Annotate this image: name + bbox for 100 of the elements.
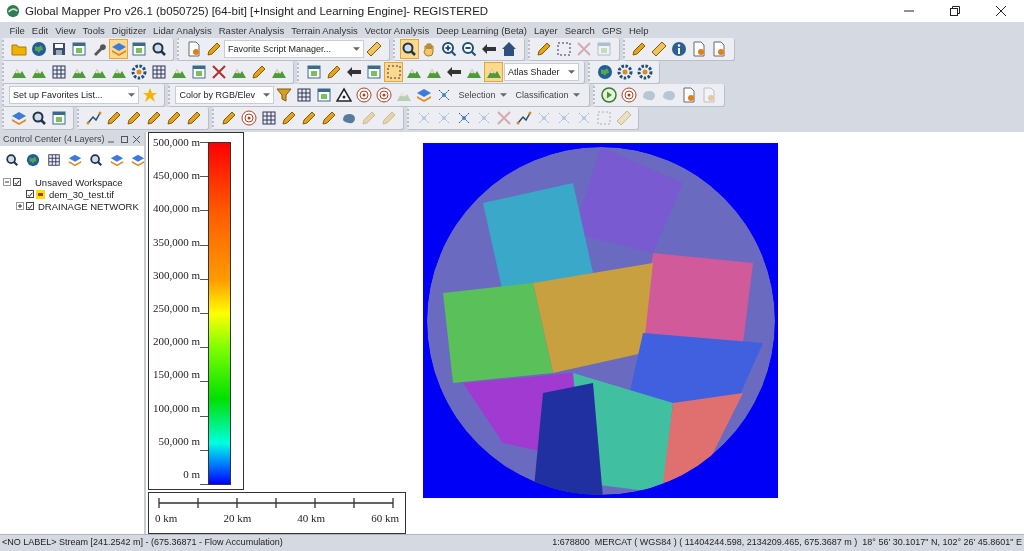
- magnifier-icon: [30, 110, 47, 126]
- legend-label: 500,000 m: [153, 137, 201, 148]
- pencil-icon: [220, 110, 237, 126]
- maximize-button[interactable]: [120, 134, 129, 144]
- pencil-icon: [145, 110, 162, 126]
- legend-label: 200,000 m: [153, 336, 201, 348]
- layers-icon: [131, 152, 145, 168]
- legend-label: 50,000 m: [158, 435, 201, 447]
- zoom-in-icon: [441, 41, 458, 57]
- polyline-icon: [515, 110, 532, 126]
- toolbar-button[interactable]: [635, 62, 655, 82]
- menu-item[interactable]: File: [6, 22, 29, 38]
- menu-item[interactable]: Terrain Analysis: [287, 22, 362, 38]
- maximize-icon: [120, 134, 129, 144]
- globe-icon: [26, 152, 40, 168]
- caret-icon: [128, 93, 136, 97]
- menu-item[interactable]: GPS: [598, 22, 626, 38]
- menu-item[interactable]: Vector Analysis: [361, 22, 433, 38]
- menu-item[interactable]: View: [51, 22, 80, 38]
- toolbar-button[interactable]: [129, 62, 148, 82]
- window-title: Global Mapper Pro v26.1 (b050725) [64-bit] [+Insight and Learning Engine]- REGISTERED: [25, 5, 490, 17]
- pencil-icon: [280, 110, 297, 126]
- menu-item[interactable]: Tools: [79, 22, 109, 38]
- layer-name[interactable]: dem_30_test.tif: [49, 188, 114, 200]
- menu-button[interactable]: Selection: [454, 90, 511, 100]
- toolbar-button[interactable]: [399, 39, 419, 59]
- scale-label: 40 km: [297, 512, 326, 525]
- legend-label: 450,000 m: [153, 170, 201, 182]
- window-icon: [130, 41, 147, 57]
- menu-item[interactable]: Digitizer: [108, 22, 150, 38]
- star-icon: [141, 87, 158, 103]
- menu-item[interactable]: Layer: [530, 22, 562, 38]
- window-icon: [305, 64, 322, 80]
- window-icon: [316, 87, 333, 103]
- menu-item[interactable]: Deep Learning (Beta): [432, 22, 531, 38]
- document-icon: [711, 41, 728, 57]
- expand-icon[interactable]: [16, 202, 24, 210]
- checkbox[interactable]: [26, 190, 34, 198]
- projection-text: MERCAT ( WGS84 ) ( 11404244.598, 2134209.465, 675.3687 m ): [594, 537, 858, 547]
- ruler-icon: [651, 41, 668, 57]
- target-icon: [240, 110, 257, 126]
- close-button[interactable]: [132, 134, 141, 144]
- target-icon: [376, 87, 393, 103]
- legend-label: 0 m: [183, 468, 201, 480]
- legend-label: 300,000 m: [153, 269, 201, 281]
- grid-icon: [150, 64, 167, 80]
- zoom-out-icon: [461, 41, 478, 57]
- toolbar-button[interactable]: [669, 39, 689, 59]
- funnel-icon: [276, 87, 293, 103]
- target-icon: [356, 87, 373, 103]
- menu-item[interactable]: Lidar Analysis: [149, 22, 216, 38]
- caret-icon: [262, 93, 270, 97]
- checkbox[interactable]: [26, 202, 34, 210]
- toolbar-button[interactable]: [439, 39, 459, 59]
- grid-icon: [260, 110, 277, 126]
- dropdown[interactable]: Favorite Script Manager...: [224, 40, 364, 58]
- scale-label: 0 km: [155, 512, 178, 525]
- coordinates-text: 18° 56' 30.1017" N, 102° 26' 45.8601" E: [862, 537, 1022, 547]
- gear-icon: [616, 64, 633, 80]
- dashed-rectangle-icon: [385, 64, 402, 80]
- grid-icon: [296, 87, 313, 103]
- window-icon: [70, 41, 87, 57]
- pencil-icon: [185, 110, 202, 126]
- dropdown[interactable]: Color by RGB/Elev: [175, 86, 274, 104]
- cross-icon: [210, 64, 227, 80]
- checkbox[interactable]: [13, 178, 21, 186]
- dashed-rectangle-icon: [595, 110, 612, 126]
- window-icon: [596, 41, 613, 57]
- menu-item[interactable]: Edit: [28, 22, 52, 38]
- restore-icon: [950, 6, 960, 16]
- pencil-icon: [536, 41, 553, 57]
- status-text: <NO LABEL> Stream [241.2542 m] - (675.36871 - Flow Accumulation): [2, 537, 283, 547]
- layers-icon: [68, 152, 82, 168]
- dashed-rectangle-icon: [556, 41, 573, 57]
- pencil-icon: [380, 110, 397, 126]
- menu-item[interactable]: Search: [561, 22, 599, 38]
- dropdown[interactable]: Atlas Shader: [504, 63, 580, 81]
- pencil-icon: [631, 41, 648, 57]
- toolbar-button[interactable]: [459, 39, 479, 59]
- dropdown[interactable]: Set up Favorites List...: [9, 86, 140, 104]
- toolbar-button[interactable]: [334, 85, 354, 105]
- caret-icon: [499, 93, 507, 97]
- menu-item[interactable]: Help: [625, 22, 652, 38]
- window-icon: [365, 64, 382, 80]
- ruler-icon: [366, 41, 383, 57]
- menu-button[interactable]: Classification: [511, 90, 584, 100]
- magnifier-icon: [150, 41, 167, 57]
- pencil-icon: [165, 110, 182, 126]
- caret-icon: [568, 70, 576, 74]
- menu-item[interactable]: Raster Analysis: [215, 22, 288, 38]
- toolbar-button[interactable]: [615, 62, 635, 82]
- layers-icon: [416, 87, 433, 103]
- document-icon: [691, 41, 708, 57]
- layers-icon: [110, 152, 124, 168]
- layer-name[interactable]: DRAINAGE NETWORK: [38, 200, 139, 212]
- close-icon: [132, 134, 141, 144]
- layer-name[interactable]: Unsaved Workspace: [35, 176, 123, 188]
- layers-icon: [110, 41, 127, 57]
- minimize-icon: [108, 140, 114, 143]
- gear-icon: [636, 64, 653, 80]
